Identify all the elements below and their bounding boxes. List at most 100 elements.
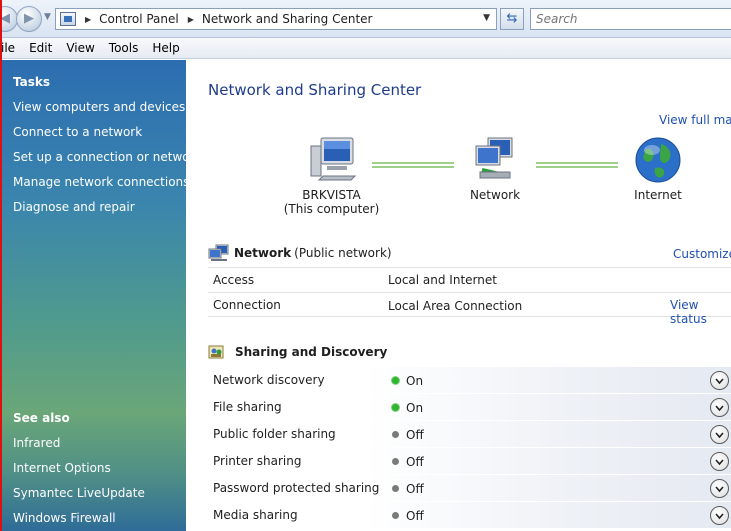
network-discovery-value: On	[406, 374, 424, 388]
public-folder-sharing-label: Public folder sharing	[213, 427, 336, 441]
breadcrumb-separator-icon[interactable]: ▶	[85, 15, 91, 24]
breadcrumb-control-panel[interactable]: Control Panel	[99, 12, 179, 26]
network-section-header: Network (Public network)	[208, 244, 392, 262]
view-full-map-link[interactable]: View full map	[659, 113, 731, 127]
access-label: Access	[213, 273, 255, 287]
menu-tools[interactable]: Tools	[102, 41, 146, 55]
chevron-down-icon	[715, 486, 724, 493]
media-sharing-label: Media sharing	[213, 508, 298, 522]
access-row: Access Local and Internet	[208, 267, 731, 292]
expand-network-discovery-button[interactable]	[710, 371, 729, 390]
breadcrumb-network-sharing-center[interactable]: Network and Sharing Center	[202, 12, 373, 26]
address-dropdown-icon[interactable]: ▼	[483, 13, 490, 23]
network-label: Network	[469, 188, 521, 202]
menu-file[interactable]: ile	[0, 41, 22, 55]
address-bar: ◀ ▶ ▼ ▶ Control Panel ▶ Network and Shar…	[0, 0, 731, 38]
address-path[interactable]: ▶ Control Panel ▶ Network and Sharing Ce…	[55, 8, 497, 30]
password-protected-sharing-label: Password protected sharing	[213, 481, 380, 495]
expand-password-protected-sharing-button[interactable]	[710, 479, 729, 498]
task-pane: Tasks View computers and devices Connect…	[0, 60, 201, 531]
password-protected-sharing-row[interactable]: Password protected sharing Off	[208, 475, 731, 502]
refresh-icon: ⇆	[506, 11, 518, 26]
printer-sharing-row[interactable]: Printer sharing Off	[208, 448, 731, 475]
task-setup-connection[interactable]: Set up a connection or network	[13, 150, 201, 164]
search-box[interactable]	[530, 8, 731, 30]
expand-printer-sharing-button[interactable]	[710, 452, 729, 471]
menu-edit[interactable]: Edit	[22, 41, 59, 55]
media-sharing-row[interactable]: Media sharing Off	[208, 502, 731, 529]
menu-bar: ile Edit View Tools Help	[0, 38, 731, 59]
chevron-down-icon	[715, 432, 724, 439]
sharing-section-header: Sharing and Discovery	[208, 344, 387, 360]
refresh-button[interactable]: ⇆	[500, 8, 524, 30]
connection-label: Connection	[213, 298, 281, 312]
customize-link[interactable]: Customize	[673, 247, 731, 261]
file-sharing-value: On	[406, 401, 424, 415]
public-folder-sharing-row[interactable]: Public folder sharing Off	[208, 421, 731, 448]
network-internet-link-line	[536, 162, 618, 168]
see-also-internet-options[interactable]: Internet Options	[13, 461, 111, 475]
status-on-icon	[392, 377, 399, 384]
network-type: (Public network)	[294, 246, 392, 260]
page-title: Network and Sharing Center	[208, 81, 422, 99]
public-folder-sharing-value: Off	[406, 428, 424, 442]
chevron-down-icon	[715, 459, 724, 466]
see-also-windows-firewall[interactable]: Windows Firewall	[13, 511, 116, 525]
task-diagnose-repair[interactable]: Diagnose and repair	[13, 200, 135, 214]
status-off-icon	[392, 431, 399, 438]
control-panel-icon	[60, 12, 76, 26]
network-discovery-label: Network discovery	[213, 373, 325, 387]
breadcrumb-separator-icon[interactable]: ▶	[188, 15, 194, 24]
globe-icon	[635, 137, 681, 183]
internet-label: Internet	[634, 188, 682, 202]
expand-file-sharing-button[interactable]	[710, 398, 729, 417]
window-edge-line	[0, 0, 2, 531]
see-also-symantec-liveupdate[interactable]: Symantec LiveUpdate	[13, 486, 145, 500]
status-off-icon	[392, 485, 399, 492]
forward-button[interactable]: ▶	[16, 6, 42, 32]
computer-icon	[310, 137, 356, 181]
network-section-icon	[208, 244, 229, 261]
network-name: Network	[234, 246, 292, 260]
see-also-infrared[interactable]: Infrared	[13, 436, 60, 450]
map-this-computer[interactable]: BRKVISTA (This computer)	[274, 136, 389, 216]
status-on-icon	[392, 404, 399, 411]
search-input[interactable]	[536, 12, 716, 26]
computer-name: BRKVISTA	[302, 188, 361, 202]
task-connect-network[interactable]: Connect to a network	[13, 125, 142, 139]
chevron-down-icon	[715, 405, 724, 412]
file-sharing-row[interactable]: File sharing On	[208, 394, 731, 421]
expand-public-folder-sharing-button[interactable]	[710, 425, 729, 444]
tasks-heading: Tasks	[13, 75, 51, 89]
status-off-icon	[392, 512, 399, 519]
sharing-heading: Sharing and Discovery	[235, 345, 388, 359]
see-also-heading: See also	[13, 411, 70, 425]
printer-sharing-value: Off	[406, 455, 424, 469]
file-sharing-label: File sharing	[213, 400, 282, 414]
connection-row: Connection Local Area Connection View st…	[208, 292, 731, 326]
network-discovery-row[interactable]: Network discovery On	[208, 367, 731, 394]
expand-media-sharing-button[interactable]	[710, 506, 729, 525]
map-network[interactable]: Network	[456, 136, 534, 202]
computer-subtitle: (This computer)	[283, 202, 380, 216]
access-value: Local and Internet	[388, 273, 497, 287]
network-icon	[475, 137, 513, 179]
menu-view[interactable]: View	[59, 41, 101, 55]
password-protected-sharing-value: Off	[406, 482, 424, 496]
connection-value: Local Area Connection	[388, 299, 523, 313]
map-internet[interactable]: Internet	[620, 136, 696, 202]
menu-help[interactable]: Help	[145, 41, 186, 55]
computer-network-link-line	[372, 162, 454, 168]
recent-pages-dropdown-icon[interactable]: ▼	[44, 12, 51, 22]
chevron-down-icon	[715, 513, 724, 520]
status-off-icon	[392, 458, 399, 465]
sharing-icon	[208, 345, 224, 359]
main-content: Network and Sharing Center View full map…	[186, 60, 731, 531]
task-view-computers[interactable]: View computers and devices	[13, 100, 185, 114]
view-status-link[interactable]: View status	[670, 298, 731, 326]
forward-arrow-icon: ▶	[24, 11, 34, 26]
chevron-down-icon	[715, 378, 724, 385]
task-manage-connections[interactable]: Manage network connections	[13, 175, 189, 189]
media-sharing-value: Off	[406, 509, 424, 523]
printer-sharing-label: Printer sharing	[213, 454, 302, 468]
